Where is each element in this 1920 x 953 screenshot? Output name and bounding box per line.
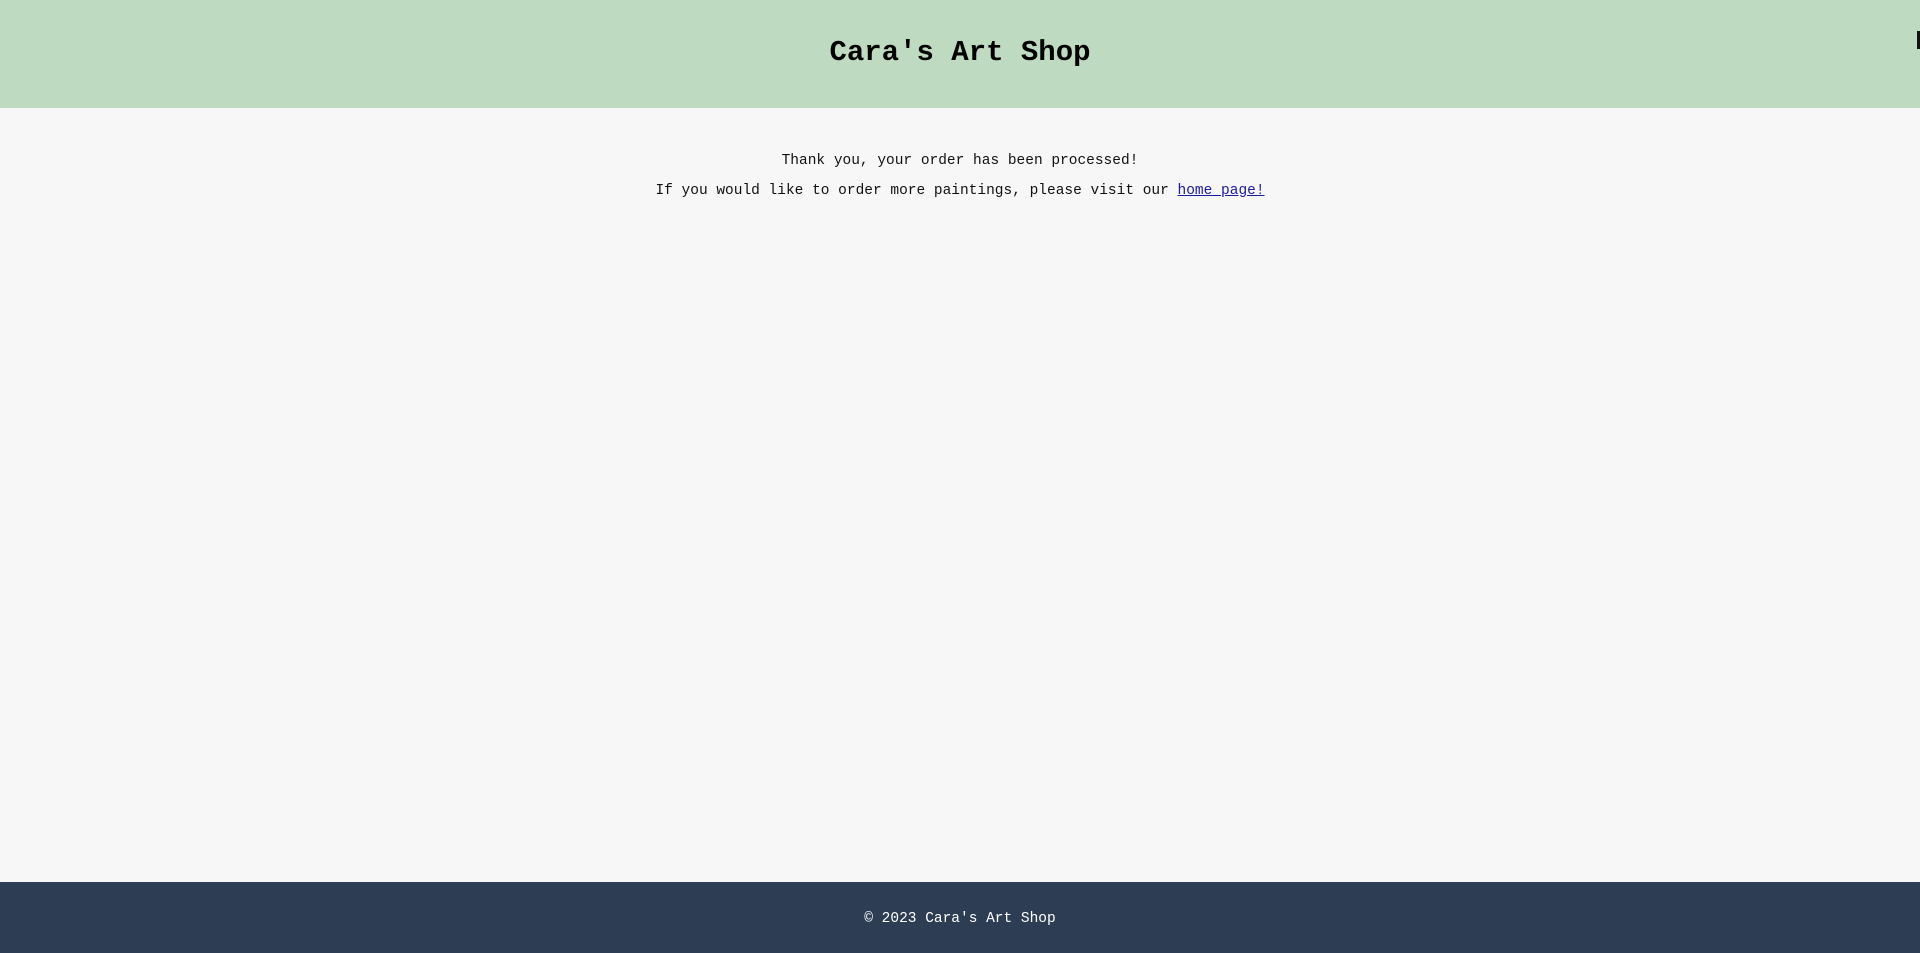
order-more-message: If you would like to order more painting… [0, 183, 1920, 199]
order-more-text: If you would like to order more painting… [655, 183, 1178, 199]
home-page-link[interactable]: home page! [1178, 183, 1265, 199]
site-header: Cara's Art Shop [0, 0, 1920, 108]
order-processed-message: Thank you, your order has been processed… [781, 153, 1139, 169]
copyright-text: © 2023 Cara's Art Shop [864, 910, 1056, 927]
site-footer: © 2023 Cara's Art Shop [0, 882, 1920, 953]
order-confirmation-content: Thank you, your order has been processed… [0, 108, 1920, 882]
site-title: Cara's Art Shop [829, 36, 1091, 69]
